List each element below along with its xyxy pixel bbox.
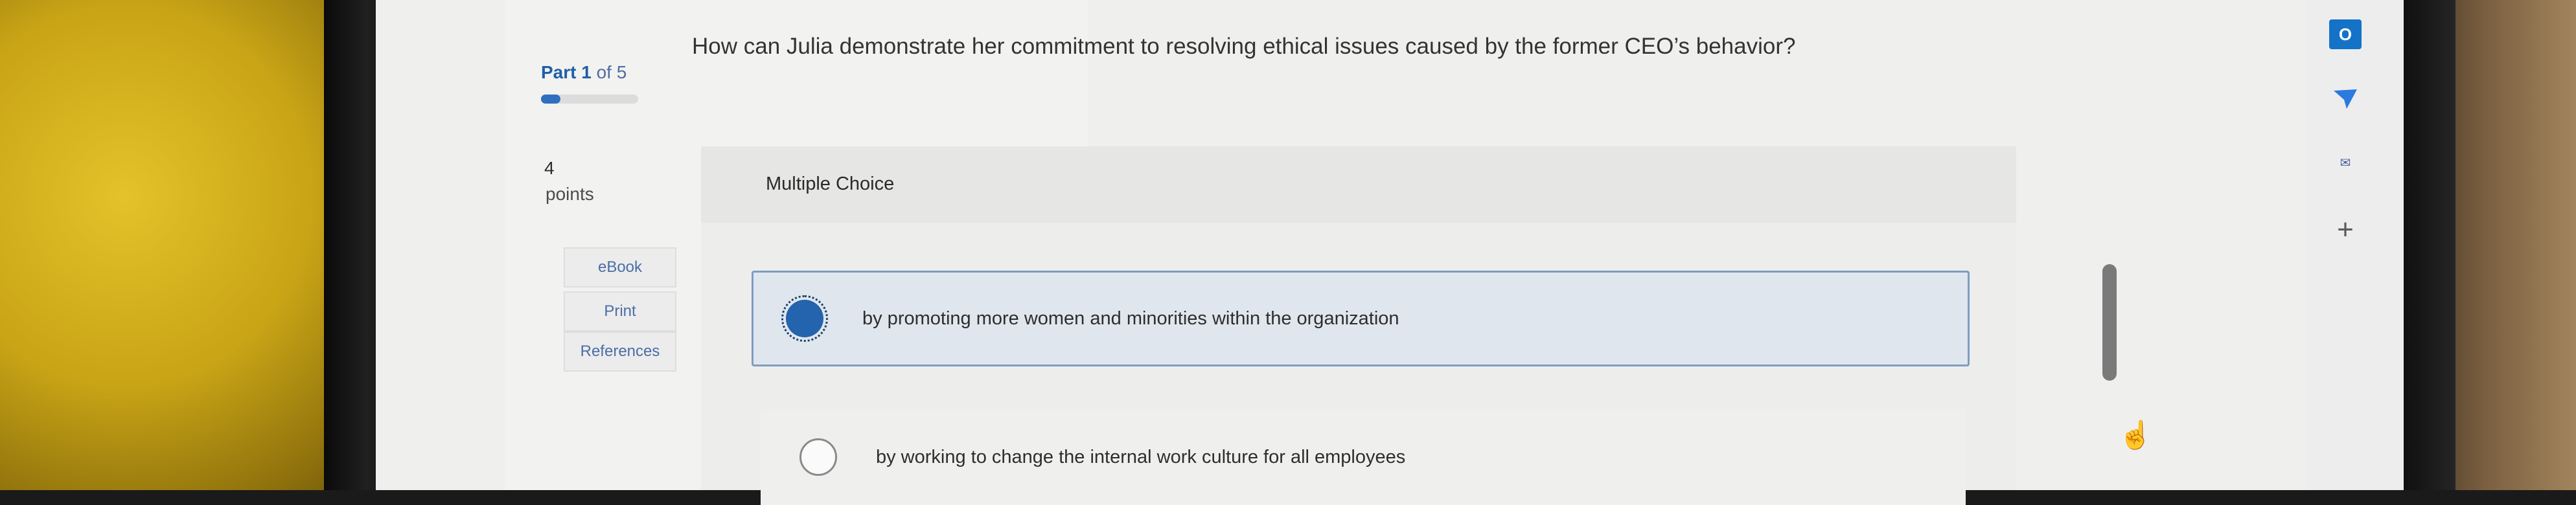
radio-unselected-icon[interactable] — [799, 438, 837, 476]
question-type-label: Multiple Choice — [766, 174, 895, 194]
scrollbar-thumb[interactable] — [2102, 264, 2117, 381]
radio-selected-icon[interactable] — [781, 295, 828, 342]
choice-option-2[interactable]: by working to change the internal work c… — [761, 409, 1966, 505]
part-total: of 5 — [591, 62, 627, 82]
ebook-link[interactable]: eBook — [564, 247, 676, 287]
question-type-header: Multiple Choice — [701, 146, 2016, 223]
outlook-icon[interactable]: O — [2329, 19, 2362, 49]
points-value: 4 — [544, 158, 555, 178]
points-label: points — [546, 184, 594, 204]
send-icon[interactable] — [2329, 84, 2362, 114]
print-link[interactable]: Print — [564, 291, 676, 331]
browser-screen: Part 1 of 5 4 points eBook Print Referen… — [376, 0, 2404, 505]
plus-icon[interactable]: + — [2329, 214, 2362, 245]
part-current: Part 1 — [541, 62, 592, 82]
part-indicator: Part 1 of 5 — [541, 62, 627, 83]
mail-icon[interactable]: ✉ — [2329, 148, 2362, 177]
choice-option-1[interactable]: by promoting more women and minorities w… — [752, 271, 1970, 366]
browser-side-toolbar — [2306, 0, 2404, 490]
hand-pointer-icon: ☝ — [2119, 420, 2153, 450]
choice-text: by working to change the internal work c… — [876, 446, 1406, 467]
monitor-bezel-right — [2397, 0, 2455, 490]
choice-text: by promoting more women and minorities w… — [862, 308, 1399, 329]
question-text: How can Julia demonstrate her commitment… — [692, 34, 1796, 59]
part-progress-fill — [541, 95, 560, 104]
references-link[interactable]: References — [564, 331, 676, 372]
part-progress-bar — [541, 95, 638, 104]
